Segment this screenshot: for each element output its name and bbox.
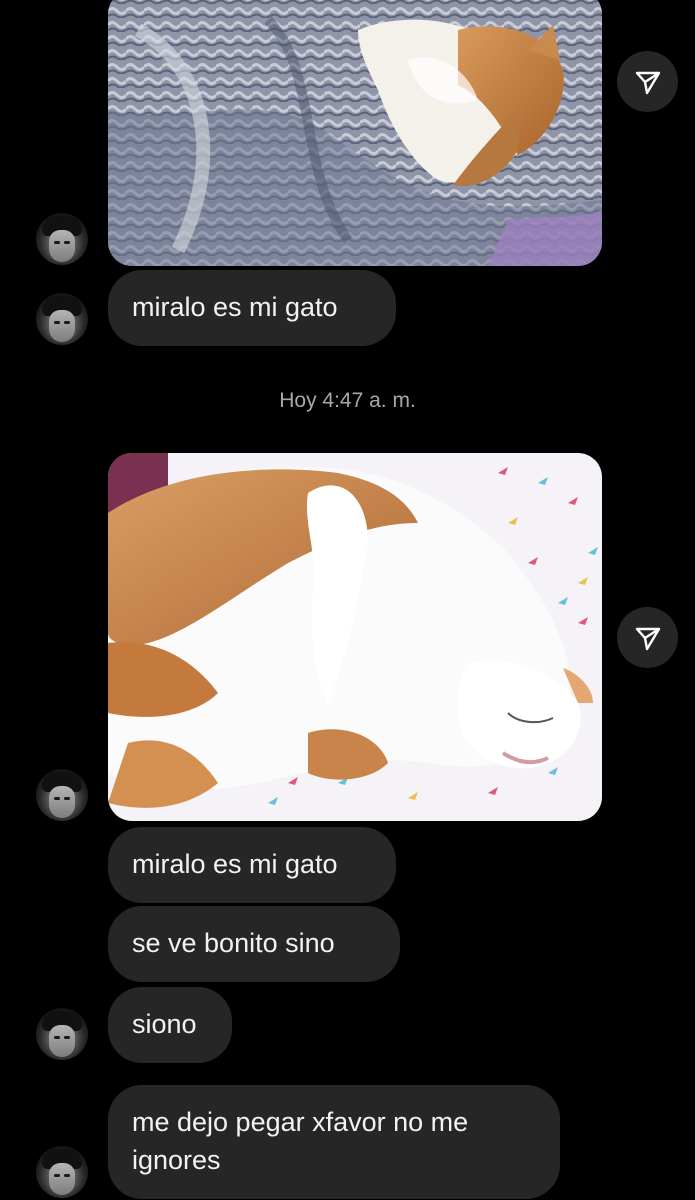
user-avatar[interactable] <box>36 769 88 821</box>
cat-photo-blanket[interactable] <box>108 0 602 266</box>
user-avatar[interactable] <box>36 293 88 345</box>
message-bubble[interactable]: se ve bonito sino <box>108 906 400 982</box>
user-avatar[interactable] <box>36 1146 88 1198</box>
cat-photo-bed-image <box>108 453 602 821</box>
message-bubble[interactable]: me dejo pegar xfavor no me ignores <box>108 1085 560 1199</box>
message-bubble[interactable]: siono <box>108 987 232 1063</box>
paper-plane-icon <box>635 627 660 650</box>
share-button[interactable] <box>617 51 678 112</box>
message-bubble[interactable]: miralo es mi gato <box>108 270 396 346</box>
cat-photo-bed[interactable] <box>108 453 602 821</box>
user-avatar[interactable] <box>36 1008 88 1060</box>
message-timestamp: Hoy 4:47 a. m. <box>279 389 416 412</box>
chat-thread: miralo es mi gato Hoy 4:47 a. m. miralo … <box>0 0 695 1200</box>
cat-photo-blanket-image <box>108 0 602 266</box>
share-button[interactable] <box>617 607 678 668</box>
user-avatar[interactable] <box>36 213 88 265</box>
message-bubble[interactable]: miralo es mi gato <box>108 827 396 903</box>
paper-plane-icon <box>635 71 660 94</box>
